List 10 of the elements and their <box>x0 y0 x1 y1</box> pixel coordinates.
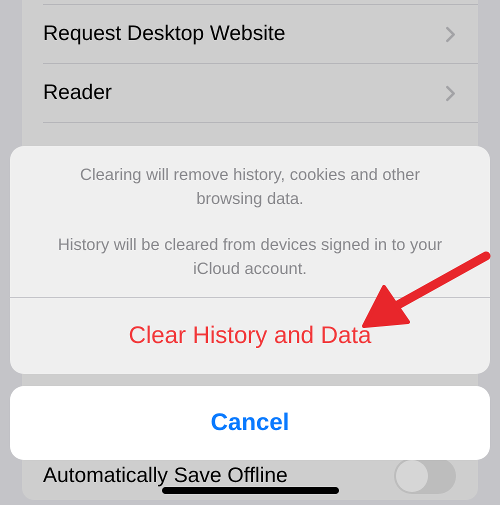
cancel-button[interactable]: Cancel <box>10 386 490 460</box>
setting-label: Request Desktop Website <box>43 22 286 46</box>
toggle-switch[interactable] <box>394 458 456 494</box>
chevron-icon[interactable] <box>445 84 456 102</box>
setting-label: Reader <box>43 81 112 105</box>
alert-message: Clearing will remove history, cookies and other browsing data. <box>79 165 421 210</box>
alert-message: History will be cleared from devices signed in to your iCloud account. <box>56 235 444 280</box>
setting-label: Automatically Save Offline <box>43 464 288 488</box>
chevron-icon[interactable] <box>445 26 456 42</box>
clear-history-button[interactable]: Clear History and Data <box>10 298 490 374</box>
